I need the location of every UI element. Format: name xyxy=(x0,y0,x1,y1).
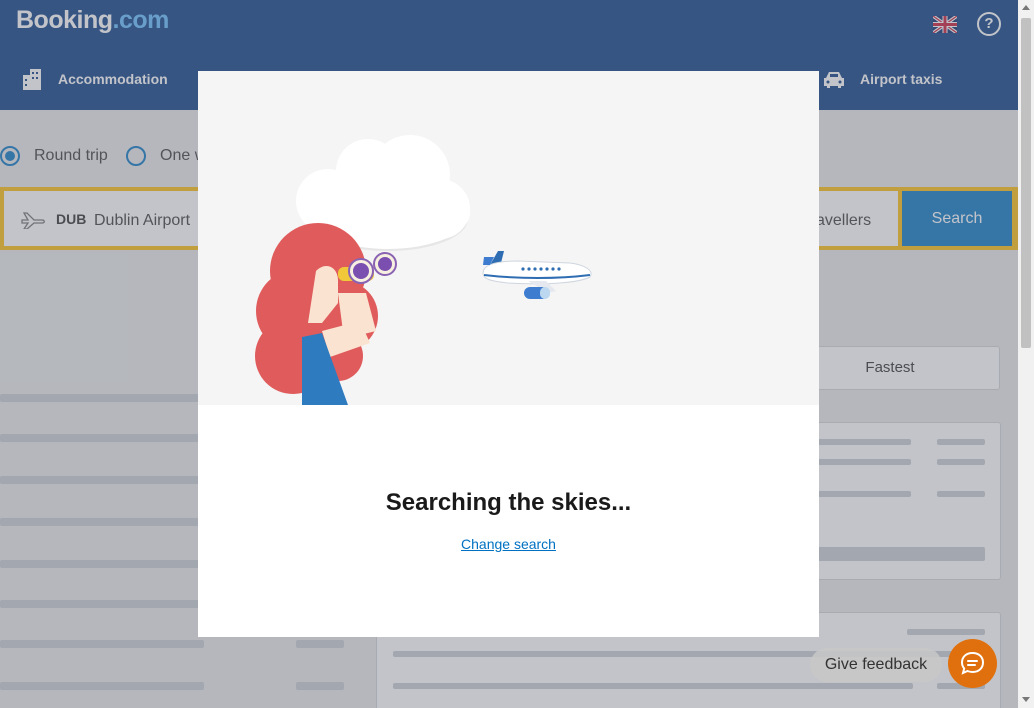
modal-title: Searching the skies... xyxy=(385,489,632,516)
chat-button[interactable] xyxy=(948,639,997,688)
airplane-icon xyxy=(482,251,592,299)
binoculars-girl-illustration xyxy=(255,135,592,405)
searching-illustration xyxy=(198,71,819,405)
scroll-up-arrow-icon[interactable] xyxy=(1022,5,1030,10)
give-feedback-button[interactable]: Give feedback xyxy=(810,648,942,682)
change-search-link[interactable]: Change search xyxy=(198,536,819,552)
scrollbar-thumb[interactable] xyxy=(1021,18,1031,348)
page-scrollbar[interactable] xyxy=(1018,0,1034,708)
loading-modal: Searching the skies... Change search xyxy=(198,71,819,637)
scroll-down-arrow-icon[interactable] xyxy=(1022,697,1030,702)
chat-bubble-icon xyxy=(960,651,985,675)
